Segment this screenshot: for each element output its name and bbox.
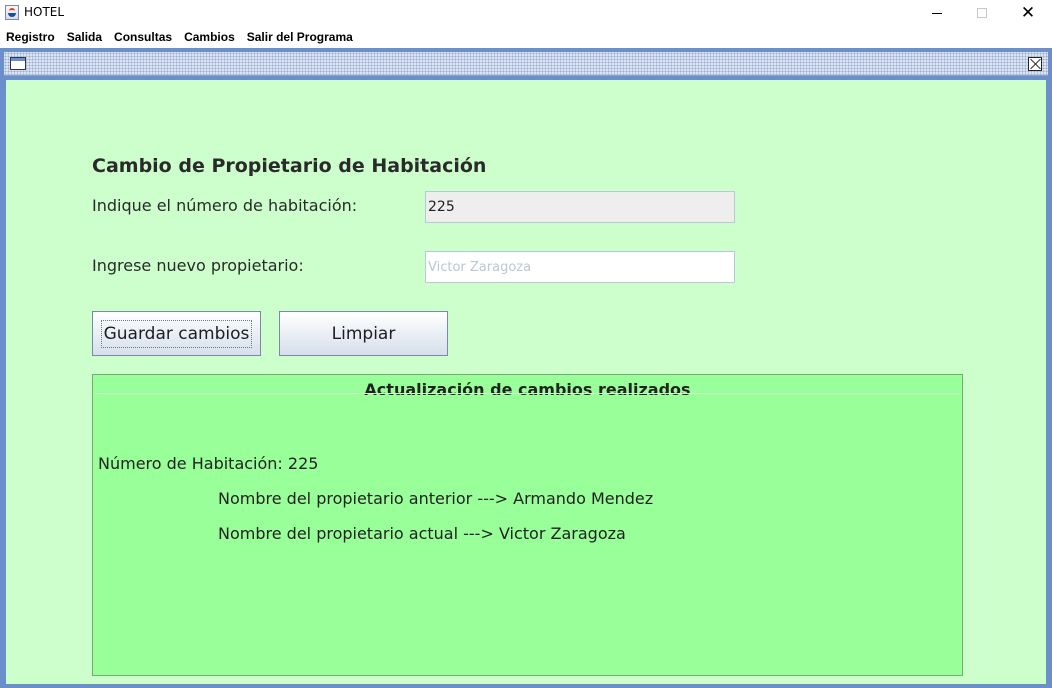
result-current-owner: Nombre del propietario actual ---> Victo… [218, 524, 626, 543]
internal-frame-title-bar[interactable] [4, 52, 1048, 76]
frame-window-icon[interactable] [10, 57, 26, 70]
room-number-label: Indique el número de habitación: [92, 196, 358, 215]
panel-divider [95, 393, 960, 394]
clear-label: Limpiar [331, 323, 396, 344]
menu-cambios[interactable]: Cambios [178, 26, 241, 48]
java-app-icon [5, 5, 19, 20]
new-owner-label: Ingrese nuevo propietario: [92, 256, 304, 275]
close-button[interactable]: ✕ [1005, 0, 1051, 26]
frame-close-icon[interactable] [1028, 57, 1042, 71]
result-previous-owner: Nombre del propietario anterior ---> Arm… [218, 489, 654, 508]
menu-bar: Registro Salida Consultas Cambios Salir … [0, 26, 1052, 48]
page-title: Cambio de Propietario de Habitación [92, 155, 487, 177]
result-room-number: Número de Habitación: 225 [98, 454, 319, 473]
menu-salida[interactable]: Salida [61, 26, 108, 48]
maximize-button[interactable] [959, 0, 1005, 26]
menu-consultas[interactable]: Consultas [108, 26, 178, 48]
results-panel-title: Actualización de cambios realizados [364, 380, 691, 399]
window-title: HOTEL [24, 5, 65, 19]
minimize-icon [932, 12, 942, 14]
menu-registro[interactable]: Registro [0, 26, 61, 48]
minimize-button[interactable] [914, 0, 960, 26]
menu-salir[interactable]: Salir del Programa [241, 26, 359, 48]
save-changes-label: Guardar cambios [100, 319, 253, 348]
window-title-bar: HOTEL ✕ [0, 0, 1052, 26]
room-number-field[interactable]: 225 [425, 191, 735, 223]
internal-frame: Cambio de Propietario de Habitación Indi… [0, 48, 1052, 688]
new-owner-input[interactable]: Victor Zaragoza [425, 251, 735, 283]
maximize-icon [977, 8, 987, 18]
form-content: Cambio de Propietario de Habitación Indi… [6, 80, 1046, 684]
results-panel: Actualización de cambios realizados Núme… [92, 374, 963, 676]
close-icon: ✕ [1020, 3, 1036, 23]
save-changes-button[interactable]: Guardar cambios [92, 311, 261, 356]
clear-button[interactable]: Limpiar [279, 311, 448, 356]
